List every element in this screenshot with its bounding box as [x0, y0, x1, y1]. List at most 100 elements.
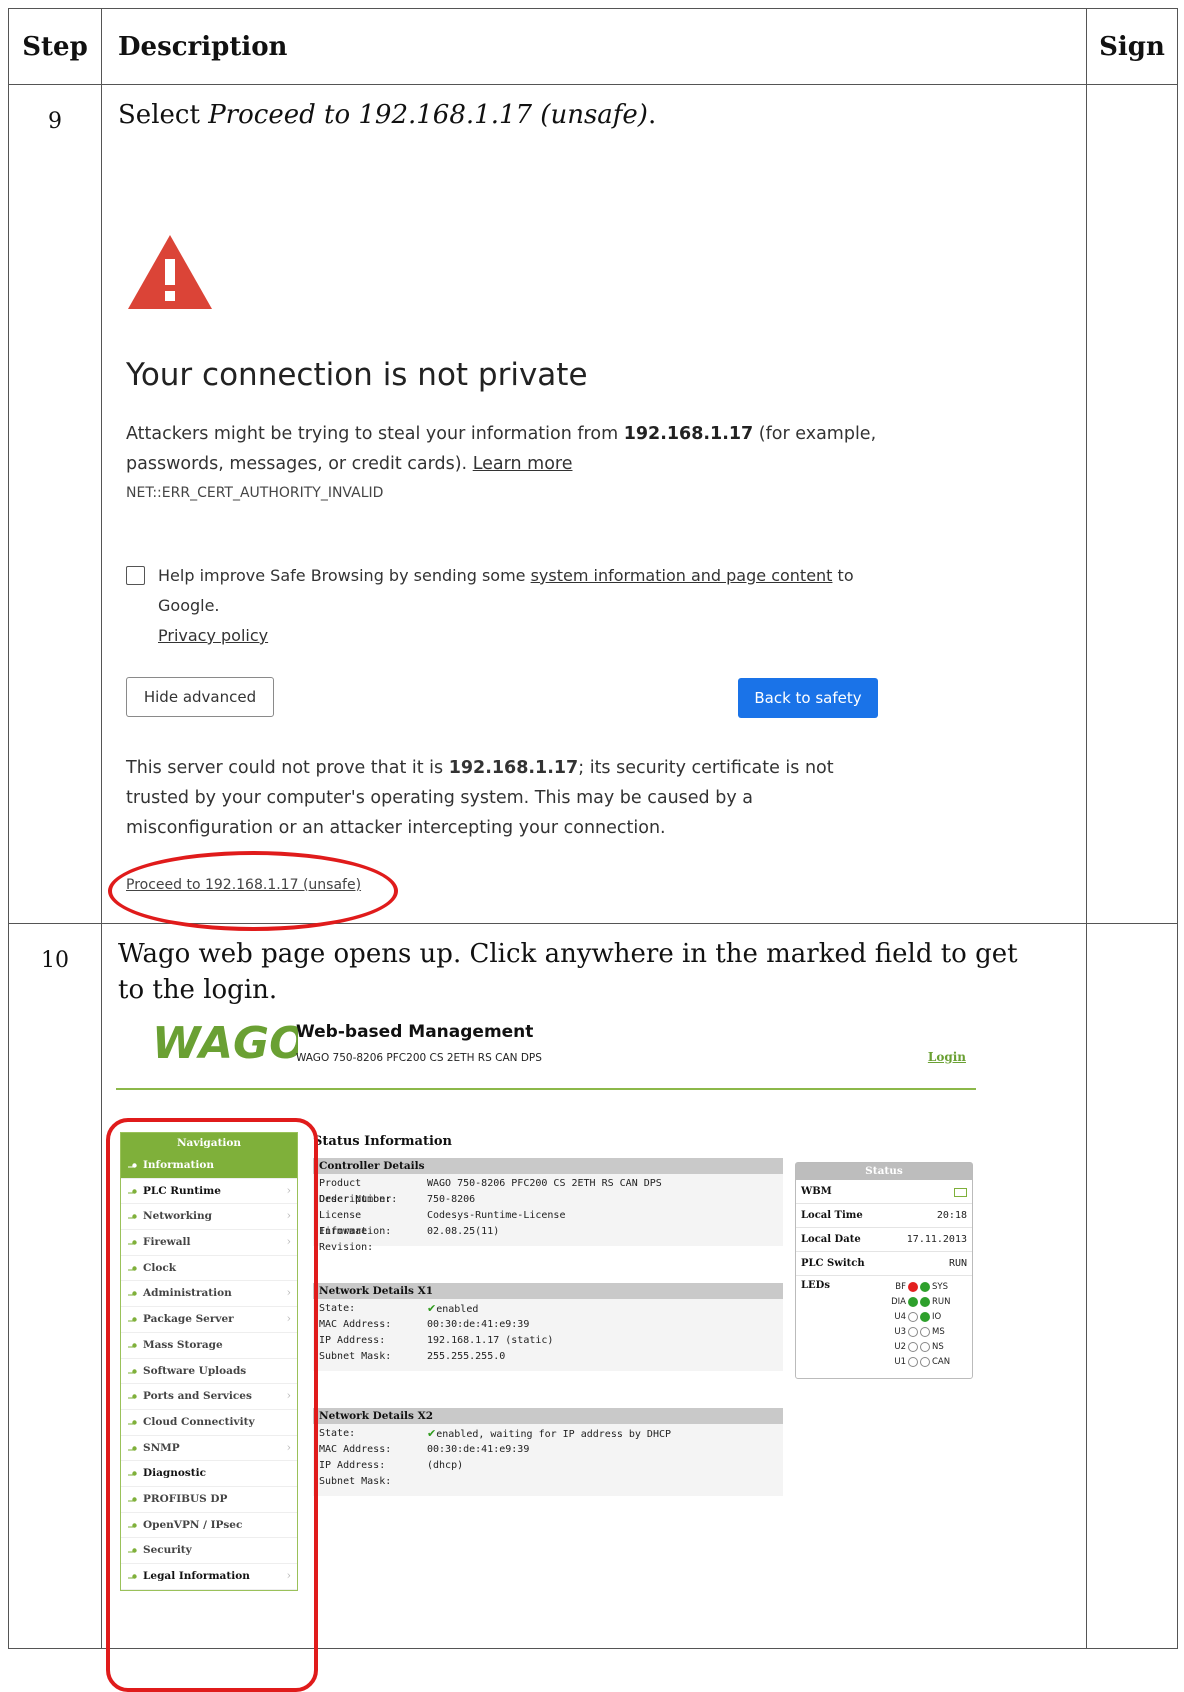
led-row: U1 CAN [880, 1355, 970, 1370]
safe-browsing-checkbox[interactable] [126, 566, 145, 585]
led-label: DIA [891, 1297, 906, 1307]
network-x1-rows: State: ✔enabled MAC Address: 00:30:de:41:e9… [313, 1299, 783, 1371]
detail-value-text: 255.255.255.0 [427, 1351, 506, 1362]
wbm-indicator-icon [954, 1188, 967, 1197]
privacy-policy-link[interactable]: Privacy policy [158, 626, 268, 645]
detail-value-text: 02.08.25(11) [427, 1226, 500, 1237]
led-indicator-icon [908, 1312, 918, 1322]
detail-row: Subnet Mask: [313, 1474, 783, 1490]
led-indicator-icon [920, 1342, 930, 1352]
step-10-row: 10 Wago web page opens up. Click anywher… [8, 923, 1178, 1692]
detail-value: 00:30:de:41:e9:39 [427, 1442, 783, 1458]
step-10-sign [1086, 923, 1178, 1649]
detail-key: State: [319, 1428, 356, 1439]
wbm-title: Web-based Management [296, 1022, 534, 1042]
detail-value: 750-8206 [427, 1192, 783, 1208]
detail-value-text: Codesys-Runtime-License [427, 1210, 566, 1221]
server-text: This server could not prove that it is [126, 758, 449, 778]
detail-value: WAGO 750-8206 PFC200 CS 2ETH RS CAN DPS [427, 1176, 783, 1192]
led-indicator-icon [920, 1327, 930, 1337]
detail-value: 00:30:de:41:e9:39 [427, 1317, 783, 1333]
server-explanation: This server could not prove that it is 1… [126, 753, 896, 843]
detail-value-text: 750-8206 [427, 1194, 476, 1205]
led-label: SYS [932, 1282, 948, 1292]
detail-key: IP Address: [319, 1335, 386, 1346]
detail-key: Product Description: [319, 1178, 392, 1205]
highlight-ellipse [108, 851, 398, 931]
detail-row: IP Address: (dhcp) [313, 1458, 783, 1474]
detail-row: Order Number: 750-8206 [313, 1192, 783, 1208]
body-text: Attackers might be trying to steal your … [126, 424, 624, 444]
controller-rows: Product Description: WAGO 750-8206 PFC200… [313, 1174, 783, 1253]
server-host: 192.168.1.17 [448, 758, 579, 778]
instruction-punct: . [647, 100, 657, 130]
status-title: Status [796, 1163, 972, 1180]
header-row: Step Description Sign [8, 8, 1178, 85]
led-label: BF [895, 1282, 906, 1292]
leds-area: LEDs BF SYS DIA RUN U4 IO U3 MS U2 NS U1 CAN [796, 1276, 972, 1378]
procedure-table: Step Description Sign 9 Select Proceed t… [8, 8, 1178, 1692]
step-header: Step [8, 8, 102, 85]
detail-value: 255.255.255.0 [427, 1349, 783, 1365]
local-time-value: 20:18 [936, 1210, 967, 1221]
detail-key: MAC Address: [319, 1444, 392, 1455]
step-10-description: Wago web page opens up. Click anywhere i… [101, 923, 1087, 1692]
login-link[interactable]: Login [928, 1050, 966, 1064]
detail-value-text: 00:30:de:41:e9:39 [427, 1444, 530, 1455]
detail-value [427, 1474, 783, 1490]
step-number: 9 [8, 84, 102, 924]
led-indicator-icon [908, 1327, 918, 1337]
detail-value: 192.168.1.17 (static) [427, 1333, 783, 1349]
network-x1: Network Details X1 State: ✔enabled MAC Add… [313, 1283, 783, 1371]
led-label: NS [932, 1342, 944, 1352]
safe-browsing-option: Help improve Safe Browsing by sending so… [126, 561, 918, 651]
back-to-safety-button[interactable]: Back to safety [738, 678, 878, 718]
sign-header: Sign [1086, 8, 1178, 85]
warning-title: Your connection is not private [126, 357, 588, 393]
local-date-row: Local Date 17.11.2013 [796, 1228, 972, 1252]
local-date-label: Local Date [801, 1234, 861, 1245]
step-number: 10 [8, 923, 102, 1649]
detail-value-text: 192.168.1.17 (static) [427, 1335, 554, 1346]
detail-key: Subnet Mask: [319, 1476, 392, 1487]
led-label: U1 [894, 1357, 906, 1367]
led-label: RUN [932, 1297, 951, 1307]
led-indicator-icon [920, 1357, 930, 1367]
hide-advanced-button[interactable]: Hide advanced [126, 677, 274, 717]
detail-value-text: enabled [436, 1304, 479, 1315]
wbm-label: WBM [801, 1186, 832, 1197]
detail-row: State: ✔enabled [313, 1301, 783, 1317]
status-panel: Status WBM Local Time 20:18 Local Date 17.… [795, 1162, 973, 1379]
error-code: NET::ERR_CERT_AUTHORITY_INVALID [126, 485, 384, 501]
controller-details-title: Controller Details [313, 1158, 783, 1174]
local-time-label: Local Time [801, 1210, 863, 1221]
checkbox-text: Help improve Safe Browsing by sending so… [158, 566, 531, 585]
led-indicator-icon [908, 1342, 918, 1352]
step-9-sign [1086, 84, 1178, 924]
led-row: U4 IO [880, 1310, 970, 1325]
step-instruction: Wago web page opens up. Click anywhere i… [118, 939, 1018, 1005]
detail-key: Subnet Mask: [319, 1351, 392, 1362]
led-row: BF SYS [880, 1280, 970, 1295]
local-date-value: 17.11.2013 [906, 1234, 967, 1245]
plc-switch-label: PLC Switch [801, 1258, 865, 1269]
led-indicator-icon [920, 1312, 930, 1322]
detail-row: Subnet Mask: 255.255.255.0 [313, 1349, 783, 1365]
learn-more-link[interactable]: Learn more [473, 454, 573, 474]
led-indicator-icon [908, 1357, 918, 1367]
detail-key: Firmware Revision: [319, 1226, 374, 1253]
detail-row: Product Description: WAGO 750-8206 PFC200… [313, 1176, 783, 1205]
led-row: U3 MS [880, 1325, 970, 1340]
detail-row: MAC Address: 00:30:de:41:e9:39 [313, 1442, 783, 1458]
local-time-row: Local Time 20:18 [796, 1204, 972, 1228]
led-row: DIA RUN [880, 1295, 970, 1310]
leds-label: LEDs [801, 1280, 830, 1291]
wago-wbm-screenshot: WAGO Web-based Management WAGO 750-8206 … [102, 1008, 1086, 1692]
svg-text:WAGO: WAGO [152, 1018, 298, 1066]
detail-value: ✔enabled, waiting for IP address by DHCP [427, 1426, 783, 1442]
step-9-description: Select Proceed to 192.168.1.17 (unsafe).… [101, 84, 1087, 931]
system-info-link[interactable]: system information and page content [531, 566, 833, 585]
instruction-text: Select [118, 100, 209, 130]
detail-row: MAC Address: 00:30:de:41:e9:39 [313, 1317, 783, 1333]
warning-triangle-icon [128, 235, 212, 309]
